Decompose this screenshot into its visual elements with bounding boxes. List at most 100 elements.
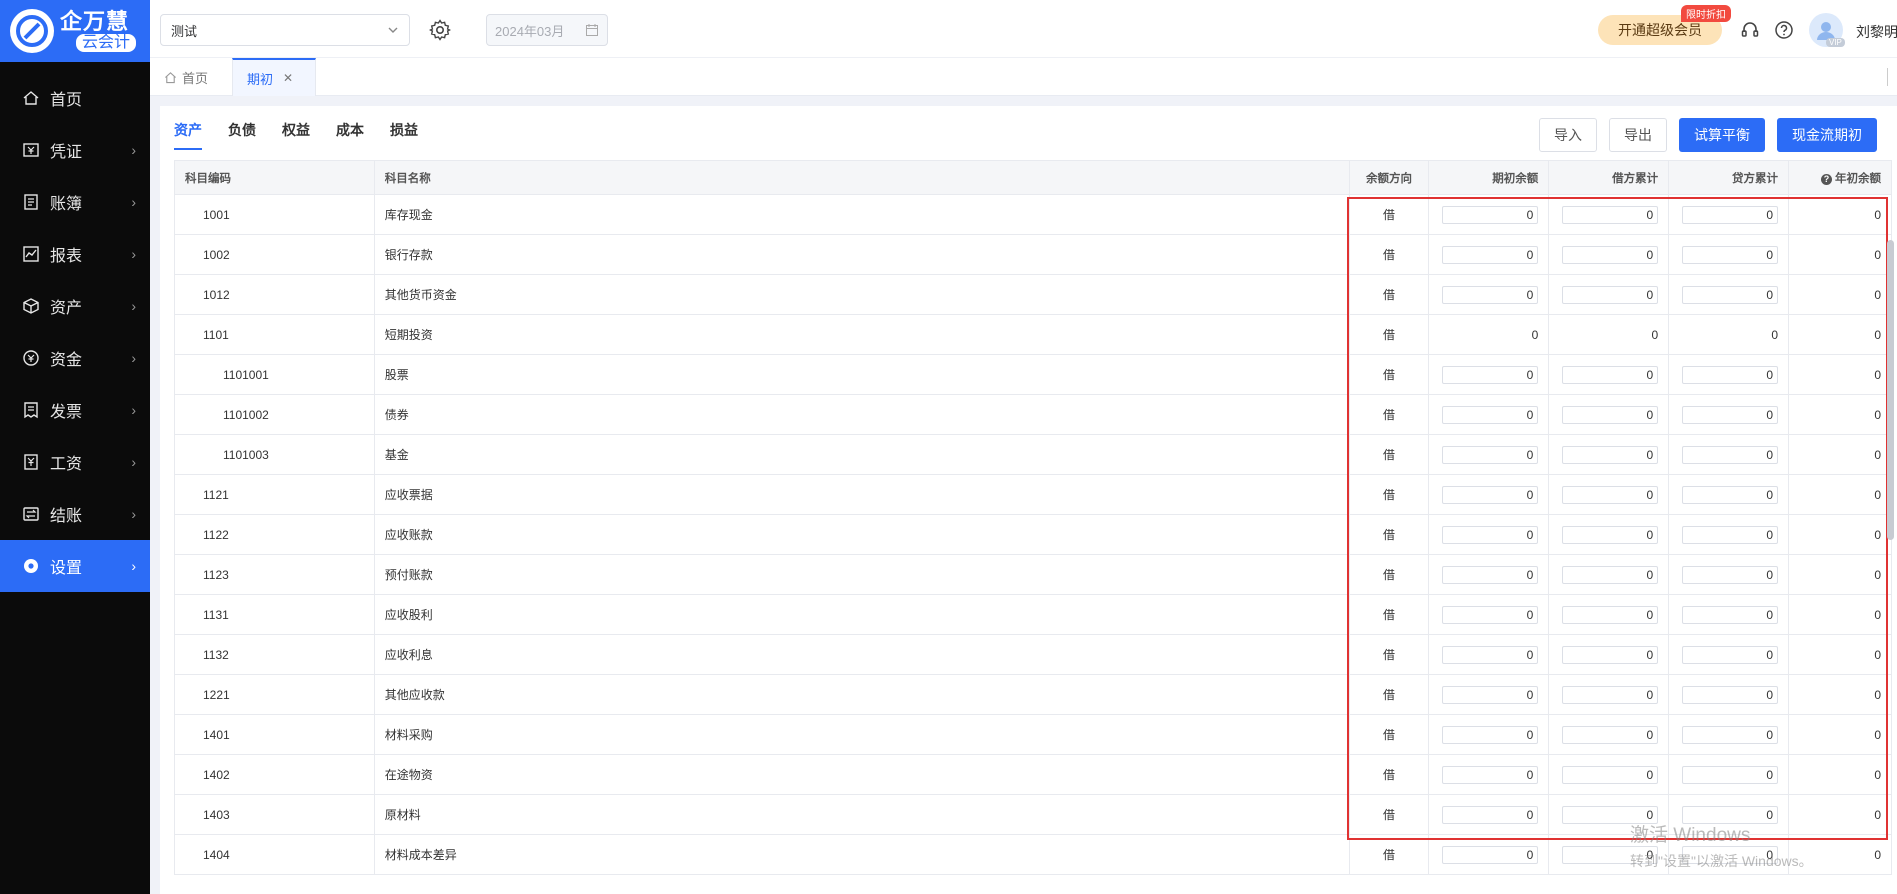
credit-input[interactable]: 0: [1682, 805, 1779, 824]
logo[interactable]: 企万慧 云会计: [0, 0, 150, 62]
cell-opening: 0: [1428, 754, 1550, 795]
cash-flow-opening-button[interactable]: 现金流期初: [1777, 118, 1877, 152]
category-tab-2[interactable]: 权益: [282, 120, 310, 150]
opening-input[interactable]: 0: [1442, 205, 1539, 224]
header-name[interactable]: 科目名称: [373, 160, 1350, 195]
debit-input[interactable]: 0: [1562, 445, 1659, 464]
opening-input[interactable]: 0: [1442, 645, 1539, 664]
opening-input[interactable]: 0: [1442, 285, 1539, 304]
opening-input[interactable]: 0: [1442, 365, 1539, 384]
help-icon[interactable]: ?: [1821, 173, 1832, 185]
opening-input[interactable]: 0: [1442, 445, 1539, 464]
sidebar-item-3[interactable]: 报表 ›: [0, 228, 150, 280]
debit-input[interactable]: 0: [1562, 485, 1659, 504]
opening-input[interactable]: 0: [1442, 485, 1539, 504]
debit-input[interactable]: 0: [1562, 805, 1659, 824]
help-icon[interactable]: [1774, 20, 1794, 40]
avatar-vip-badge: VIP: [1826, 38, 1845, 47]
trial-balance-button[interactable]: 试算平衡: [1679, 118, 1765, 152]
tab-scroll-handle[interactable]: [1887, 68, 1897, 86]
credit-input[interactable]: 0: [1682, 725, 1779, 744]
category-tab-0[interactable]: 资产: [174, 120, 202, 150]
cell-year-opening: 0: [1788, 434, 1892, 475]
opening-input[interactable]: 0: [1442, 525, 1539, 544]
debit-input[interactable]: 0: [1562, 845, 1659, 864]
vertical-scrollbar[interactable]: [1887, 240, 1894, 540]
sidebar-item-2[interactable]: 账簿 ›: [0, 176, 150, 228]
cell-credit: 0: [1668, 514, 1790, 555]
opening-input[interactable]: 0: [1442, 605, 1539, 624]
debit-input[interactable]: 0: [1562, 725, 1659, 744]
header-year-opening: ? 年初余额: [1788, 160, 1892, 195]
sidebar-item-9[interactable]: 设置 ›: [0, 540, 150, 592]
credit-input[interactable]: 0: [1682, 245, 1779, 264]
opening-input[interactable]: 0: [1442, 405, 1539, 424]
cell-direction: 借: [1348, 314, 1430, 355]
sidebar-item-1[interactable]: 凭证 ›: [0, 124, 150, 176]
credit-input[interactable]: 0: [1682, 365, 1779, 384]
sidebar-item-4[interactable]: 资产 ›: [0, 280, 150, 332]
debit-input[interactable]: 0: [1562, 245, 1659, 264]
period-picker[interactable]: 2024年03月: [486, 14, 608, 46]
opening-input[interactable]: 0: [1442, 765, 1539, 784]
cell-credit: 0: [1668, 194, 1790, 235]
debit-input[interactable]: 0: [1562, 365, 1659, 384]
cell-name: 其他货币资金: [373, 274, 1350, 315]
username[interactable]: 刘黎明: [1856, 22, 1897, 42]
tab-opening[interactable]: 期初 ✕: [232, 58, 316, 96]
sidebar-item-8[interactable]: 结账 ›: [0, 488, 150, 540]
debit-input[interactable]: 0: [1562, 645, 1659, 664]
opening-input[interactable]: 0: [1442, 845, 1539, 864]
debit-input[interactable]: 0: [1562, 205, 1659, 224]
credit-input[interactable]: 0: [1682, 445, 1779, 464]
opening-input[interactable]: 0: [1442, 725, 1539, 744]
import-button[interactable]: 导入: [1539, 118, 1597, 152]
debit-input[interactable]: 0: [1562, 565, 1659, 584]
headset-icon[interactable]: [1740, 20, 1760, 40]
category-tab-1[interactable]: 负债: [228, 120, 256, 150]
credit-input[interactable]: 0: [1682, 565, 1779, 584]
header-code[interactable]: 科目编码: [174, 160, 375, 195]
debit-input[interactable]: 0: [1562, 765, 1659, 784]
debit-input[interactable]: 0: [1562, 605, 1659, 624]
account-select[interactable]: 测试: [160, 14, 410, 46]
table-row: 1101002 债券借 0 0 0 0: [174, 394, 1892, 435]
opening-input[interactable]: 0: [1442, 685, 1539, 704]
credit-input[interactable]: 0: [1682, 525, 1779, 544]
credit-input[interactable]: 0: [1682, 765, 1779, 784]
export-button[interactable]: 导出: [1609, 118, 1667, 152]
credit-input[interactable]: 0: [1682, 605, 1779, 624]
cell-credit: 0: [1668, 354, 1790, 395]
debit-input[interactable]: 0: [1562, 405, 1659, 424]
gear-icon[interactable]: [428, 18, 452, 42]
sidebar-item-7[interactable]: 工资 ›: [0, 436, 150, 488]
category-tab-4[interactable]: 损益: [390, 120, 418, 150]
credit-input[interactable]: 0: [1682, 845, 1779, 864]
cell-year-opening: 0: [1788, 394, 1892, 435]
debit-input[interactable]: 0: [1562, 525, 1659, 544]
credit-input[interactable]: 0: [1682, 685, 1779, 704]
sidebar-item-0[interactable]: 首页: [0, 72, 150, 124]
tab-home[interactable]: 首页: [150, 58, 232, 96]
opening-input[interactable]: 0: [1442, 245, 1539, 264]
close-icon[interactable]: ✕: [283, 71, 293, 85]
cell-code: 1002: [174, 234, 375, 275]
credit-input[interactable]: 0: [1682, 285, 1779, 304]
credit-input[interactable]: 0: [1682, 485, 1779, 504]
category-tab-3[interactable]: 成本: [336, 120, 364, 150]
opening-input[interactable]: 0: [1442, 805, 1539, 824]
sidebar-item-6[interactable]: 发票 ›: [0, 384, 150, 436]
debit-input[interactable]: 0: [1562, 685, 1659, 704]
debit-input[interactable]: 0: [1562, 285, 1659, 304]
credit-input[interactable]: 0: [1682, 645, 1779, 664]
credit-input[interactable]: 0: [1682, 405, 1779, 424]
opening-input[interactable]: 0: [1442, 565, 1539, 584]
logo-subtitle: 云会计: [76, 34, 137, 52]
sidebar-item-label: 设置: [50, 560, 83, 577]
cell-debit: 0: [1548, 194, 1670, 235]
sidebar-item-5[interactable]: 资金 ›: [0, 332, 150, 384]
sidebar-item-label: 凭证: [50, 144, 83, 161]
cell-direction: 借: [1348, 554, 1430, 595]
chevron-down-icon: [388, 27, 398, 33]
credit-input[interactable]: 0: [1682, 205, 1779, 224]
